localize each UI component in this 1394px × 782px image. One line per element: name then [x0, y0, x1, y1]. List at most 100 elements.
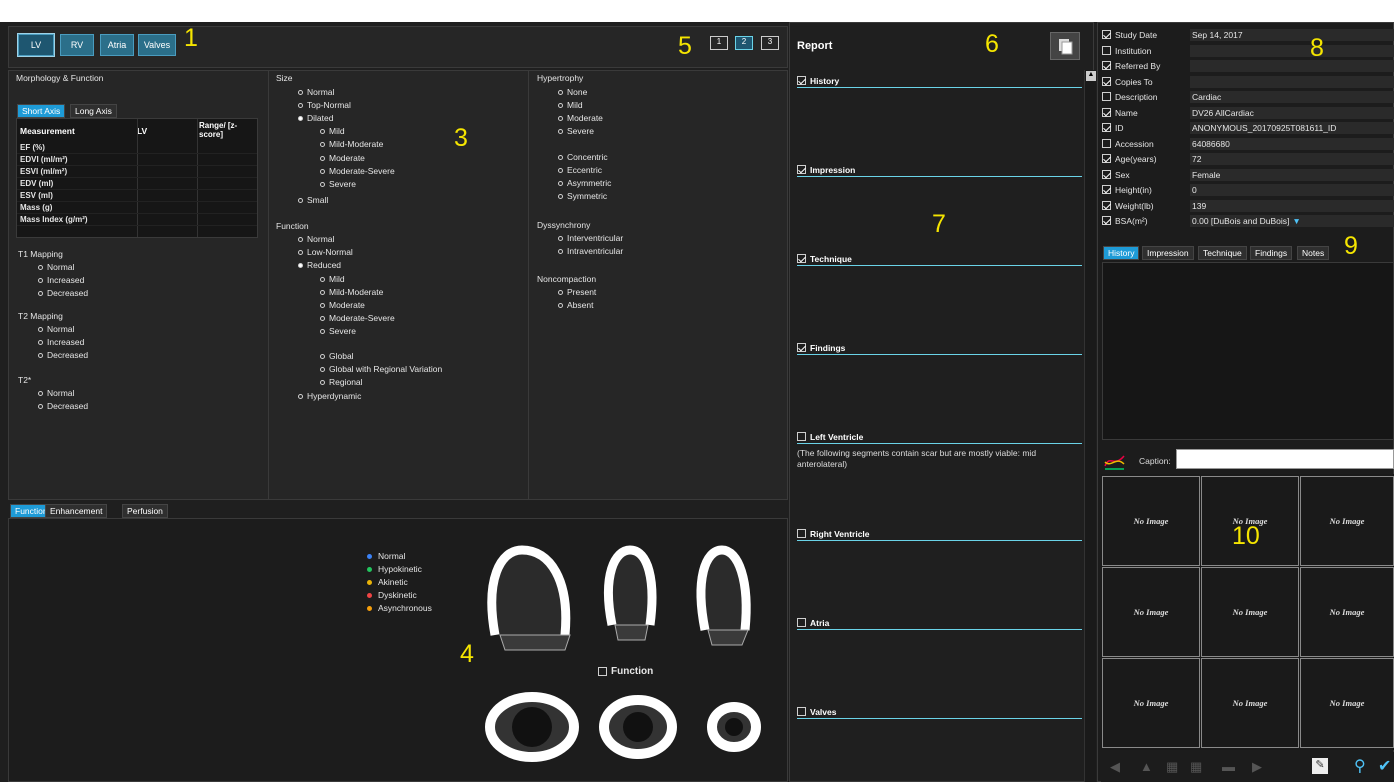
t2star-decreased[interactable]: Decreased — [38, 401, 88, 411]
info-height[interactable]: Height(in) 0 — [1102, 183, 1394, 196]
tab-enhancement[interactable]: Enhancement — [45, 504, 108, 518]
info-institution[interactable]: Institution — [1102, 44, 1394, 57]
function-checkbox[interactable]: Function — [598, 666, 653, 677]
scroll-up-icon[interactable]: ▲ — [1086, 71, 1096, 81]
function-normal[interactable]: Normal — [298, 234, 334, 244]
layout-2-button[interactable]: 2 — [735, 36, 753, 50]
size-small[interactable]: Small — [298, 195, 328, 205]
function-hyperdynamic[interactable]: Hyperdynamic — [298, 391, 361, 401]
image-cell[interactable]: No Image — [1102, 658, 1200, 748]
function-mild[interactable]: Mild — [320, 274, 345, 284]
function-mild-moderate[interactable]: Mild-Moderate — [320, 287, 383, 297]
t1-normal[interactable]: Normal — [38, 262, 74, 272]
lv-button[interactable]: LV — [17, 33, 55, 57]
noncompaction-absent[interactable]: Absent — [558, 300, 593, 310]
grid-3x3-icon[interactable]: ▦ — [1166, 759, 1178, 775]
hypertrophy-mild[interactable]: Mild — [558, 100, 583, 110]
grid-2x2-icon[interactable]: ▦ — [1190, 759, 1202, 775]
nav-up-icon[interactable]: ▲ — [1140, 759, 1153, 774]
layout-1-button[interactable]: 1 — [710, 36, 728, 50]
info-accession[interactable]: Accession 64086680 — [1102, 137, 1394, 150]
report-right-ventricle[interactable]: Right Ventricle — [797, 527, 1082, 541]
notes-tab-history[interactable]: History — [1103, 246, 1140, 260]
function-reduced[interactable]: Reduced — [298, 260, 341, 270]
image-cell[interactable]: No Image — [1102, 567, 1200, 657]
notes-tab-notes[interactable]: Notes — [1297, 246, 1330, 260]
t2-normal[interactable]: Normal — [38, 324, 74, 334]
info-age[interactable]: Age(years) 72 — [1102, 152, 1394, 165]
report-atria[interactable]: Atria — [797, 616, 1082, 630]
table-row[interactable]: ESV (ml) — [17, 191, 257, 202]
size-normal[interactable]: Normal — [298, 87, 334, 97]
function-severe[interactable]: Severe — [320, 326, 356, 336]
atria-button[interactable]: Atria — [100, 34, 134, 56]
noncompaction-present[interactable]: Present — [558, 287, 596, 297]
t1-increased[interactable]: Increased — [38, 275, 84, 285]
report-findings[interactable]: Findings — [797, 341, 1082, 355]
size-severe[interactable]: Severe — [320, 179, 356, 189]
t2-decreased[interactable]: Decreased — [38, 350, 88, 360]
copy-report-button[interactable] — [1050, 32, 1080, 60]
size-top-normal[interactable]: Top-Normal — [298, 100, 351, 110]
size-moderate-severe[interactable]: Moderate-Severe — [320, 166, 395, 176]
table-row[interactable]: Mass (g) — [17, 203, 257, 214]
caption-input[interactable] — [1176, 449, 1394, 469]
hypertrophy-severe[interactable]: Severe — [558, 126, 594, 136]
info-copies-to[interactable]: Copies To — [1102, 75, 1394, 88]
notes-tab-impression[interactable]: Impression — [1142, 246, 1194, 260]
info-name[interactable]: Name DV26 AllCardiac — [1102, 106, 1394, 119]
hypertrophy-none[interactable]: None — [558, 87, 587, 97]
info-study-date[interactable]: Study Date Sep 14, 2017 — [1102, 28, 1394, 41]
image-cell[interactable]: No Image — [1201, 476, 1299, 566]
function-low-normal[interactable]: Low-Normal — [298, 247, 353, 257]
function-moderate[interactable]: Moderate — [320, 300, 365, 310]
image-cell[interactable]: No Image — [1102, 476, 1200, 566]
table-row[interactable]: EDVI (ml/m²) — [17, 155, 257, 166]
report-history[interactable]: History — [797, 74, 1082, 88]
hypertrophy-eccentric[interactable]: Eccentric — [558, 165, 602, 175]
rv-button[interactable]: RV — [60, 34, 94, 56]
tab-long-axis[interactable]: Long Axis — [70, 104, 117, 118]
nav-right-icon[interactable]: ▶ — [1252, 759, 1262, 775]
table-row[interactable]: ESVI (ml/m²) — [17, 167, 257, 178]
info-bsa[interactable]: BSA(m²) 0.00 [DuBois and DuBois] ▼ — [1102, 214, 1394, 227]
size-moderate[interactable]: Moderate — [320, 153, 365, 163]
dyssynchrony-inter[interactable]: Interventricular — [558, 233, 623, 243]
image-cell[interactable]: No Image — [1300, 567, 1394, 657]
table-row[interactable]: Mass Index (g/m²) — [17, 215, 257, 226]
dropdown-icon[interactable]: ▼ — [1292, 216, 1300, 226]
edit-icon[interactable]: ✎ — [1312, 758, 1328, 774]
hypertrophy-moderate[interactable]: Moderate — [558, 113, 603, 123]
report-scrollbar[interactable]: ▲ — [1084, 70, 1096, 782]
info-description[interactable]: Description Cardiac — [1102, 90, 1394, 103]
valves-button[interactable]: Valves — [138, 34, 176, 56]
hypertrophy-asymmetric[interactable]: Asymmetric — [558, 178, 611, 188]
info-weight[interactable]: Weight(lb) 139 — [1102, 199, 1394, 212]
t2star-normal[interactable]: Normal — [38, 388, 74, 398]
image-cell[interactable]: No Image — [1300, 476, 1394, 566]
tab-perfusion[interactable]: Perfusion — [122, 504, 168, 518]
hypertrophy-concentric[interactable]: Concentric — [558, 152, 608, 162]
function-moderate-severe[interactable]: Moderate-Severe — [320, 313, 395, 323]
layout-3-button[interactable]: 3 — [761, 36, 779, 50]
info-id[interactable]: ID ANONYMOUS_20170925T081611_ID — [1102, 121, 1394, 134]
tab-short-axis[interactable]: Short Axis — [17, 104, 66, 118]
notes-tab-findings[interactable]: Findings — [1250, 246, 1293, 260]
report-left-ventricle[interactable]: Left Ventricle — [797, 430, 1082, 444]
report-technique[interactable]: Technique — [797, 252, 1082, 266]
trash-icon[interactable]: ▬ — [1222, 759, 1235, 774]
image-cell[interactable]: No Image — [1201, 567, 1299, 657]
notes-text-area[interactable] — [1102, 262, 1394, 440]
t2-increased[interactable]: Increased — [38, 337, 84, 347]
search-icon[interactable]: ⚲ — [1354, 756, 1366, 776]
function-global-regional[interactable]: Global with Regional Variation — [320, 364, 442, 374]
t1-decreased[interactable]: Decreased — [38, 288, 88, 298]
image-cell[interactable]: No Image — [1300, 658, 1394, 748]
notes-tab-technique[interactable]: Technique — [1198, 246, 1247, 260]
dyssynchrony-intra[interactable]: Intraventricular — [558, 246, 623, 256]
info-referred-by[interactable]: Referred By — [1102, 59, 1394, 72]
table-row[interactable]: EF (%) — [17, 143, 257, 154]
check-icon[interactable]: ✔ — [1378, 756, 1391, 776]
lv-report-text[interactable]: (The following segments contain scar but… — [797, 448, 1082, 470]
function-global[interactable]: Global — [320, 351, 354, 361]
